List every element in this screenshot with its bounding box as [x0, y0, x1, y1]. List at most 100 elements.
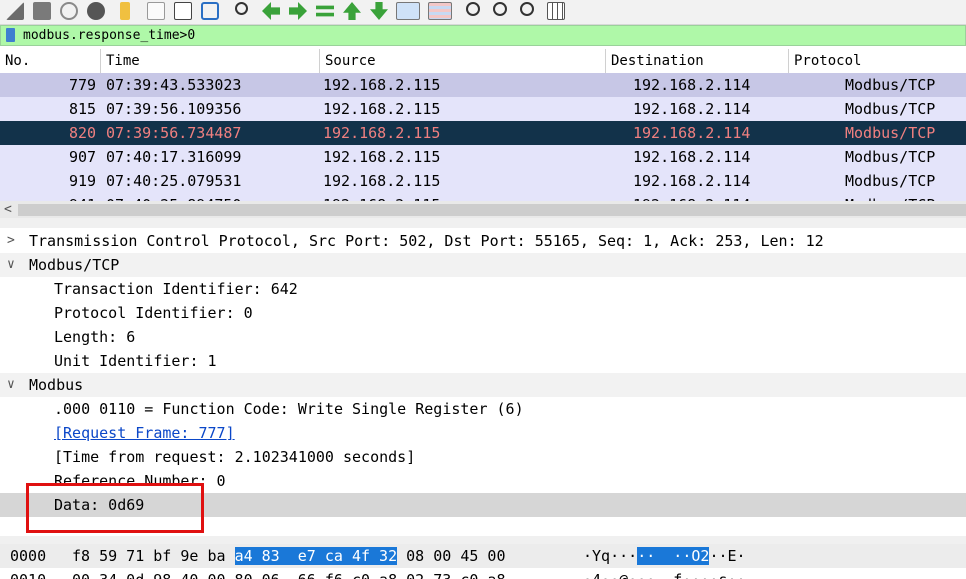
packet-list-hscrollbar[interactable]: <: [0, 201, 966, 218]
back-icon[interactable]: [262, 2, 280, 20]
display-filter-bar[interactable]: modbus.response_time>0: [0, 25, 966, 46]
scrollbar-thumb[interactable]: [18, 204, 966, 216]
hex-bytes: f8 59 71 bf 9e ba: [72, 547, 235, 565]
display-filter-input[interactable]: modbus.response_time>0: [23, 27, 195, 44]
open-icon[interactable]: [120, 2, 130, 20]
packet-time: 07:40:17.316099: [106, 148, 242, 166]
chevron-down-icon[interactable]: ∨: [7, 253, 15, 277]
ascii-bytes: ·Yq···: [583, 547, 638, 565]
normal-size-icon[interactable]: [520, 2, 534, 16]
byte-offset: 0010: [10, 568, 46, 579]
resize-columns-icon[interactable]: [547, 2, 565, 20]
packet-row[interactable]: 941 07:40:25.894750 192.168.2.115 192.16…: [0, 193, 966, 201]
zoom-in-icon[interactable]: [466, 2, 480, 16]
goto-packet-icon[interactable]: [316, 5, 334, 17]
column-header-time[interactable]: Time: [101, 49, 320, 73]
request-frame-link[interactable]: [Request Frame: 777]: [54, 421, 235, 445]
hex-bytes-highlight: a4 83 e7 ca 4f 32: [234, 547, 398, 565]
ascii-bytes: ·4··@··· f····s··: [583, 568, 746, 579]
main-toolbar: [0, 0, 966, 25]
column-header-no[interactable]: No.: [0, 49, 101, 73]
packet-destination: 192.168.2.114: [633, 172, 751, 190]
packet-row-selected[interactable]: 820 07:39:56.734487 192.168.2.115 192.16…: [0, 121, 966, 145]
tree-item-label: Modbus/TCP: [29, 256, 120, 274]
last-packet-icon[interactable]: [370, 2, 388, 20]
packet-row[interactable]: 919 07:40:25.079531 192.168.2.115 192.16…: [0, 169, 966, 193]
close-file-icon[interactable]: [174, 2, 192, 20]
bytes-row[interactable]: 0000 f8 59 71 bf 9e ba a4 83 e7 ca 4f 32…: [0, 544, 966, 568]
tree-item-label: Transmission Control Protocol, Src Port:…: [29, 232, 824, 250]
pane-splitter[interactable]: [0, 536, 966, 544]
packet-no: 815: [69, 100, 97, 118]
packet-row[interactable]: 907 07:40:17.316099 192.168.2.115 192.16…: [0, 145, 966, 169]
column-header-destination[interactable]: Destination: [606, 49, 789, 73]
tree-item-function-code[interactable]: .000 0110 = Function Code: Write Single …: [0, 397, 966, 421]
packet-source: 192.168.2.115: [323, 124, 441, 142]
chevron-right-icon[interactable]: >: [7, 229, 15, 253]
packet-protocol: Modbus/TCP: [845, 100, 936, 118]
bytes-row[interactable]: 0010 00 34 0d 98 40 00 80 06 66 f6 c0 a8…: [0, 568, 966, 579]
tree-item-modbus-tcp[interactable]: ∨ Modbus/TCP: [0, 253, 966, 277]
forward-icon[interactable]: [289, 2, 307, 20]
tree-item-label: Transaction Identifier: 642: [54, 280, 298, 298]
packet-source: 192.168.2.115: [323, 172, 441, 190]
packet-no: 820: [69, 124, 97, 142]
packet-list-header: No. Time Source Destination Protocol: [0, 49, 966, 74]
colorize-icon[interactable]: [428, 2, 452, 20]
packet-destination: 192.168.2.114: [633, 100, 751, 118]
find-icon[interactable]: [235, 2, 248, 15]
tree-item-protocol-id[interactable]: Protocol Identifier: 0: [0, 301, 966, 325]
scroll-left-icon[interactable]: <: [4, 201, 12, 218]
packet-source: 192.168.2.115: [323, 148, 441, 166]
packet-no: 907: [69, 148, 97, 166]
packet-time: 07:39:56.109356: [106, 100, 242, 118]
pane-splitter[interactable]: [0, 218, 966, 228]
packet-no: 779: [69, 76, 97, 94]
tree-item-tcp[interactable]: > Transmission Control Protocol, Src Por…: [0, 229, 966, 253]
options-icon[interactable]: [87, 2, 105, 20]
ascii-bytes: ··E·: [709, 547, 746, 565]
packet-row[interactable]: 815 07:39:56.109356 192.168.2.115 192.16…: [0, 97, 966, 121]
tree-item-label: .000 0110 = Function Code: Write Single …: [54, 400, 524, 418]
packet-time: 07:39:43.533023: [106, 76, 242, 94]
stop-icon[interactable]: [33, 2, 51, 20]
packet-destination: 192.168.2.114: [633, 193, 750, 201]
tree-item-length[interactable]: Length: 6: [0, 325, 966, 349]
chevron-down-icon[interactable]: ∨: [7, 373, 15, 397]
packet-list[interactable]: No. Time Source Destination Protocol 779…: [0, 49, 966, 201]
packet-protocol: Modbus/TCP: [845, 148, 936, 166]
zoom-out-icon[interactable]: [493, 2, 507, 16]
packet-row[interactable]: 779 07:39:43.533023 192.168.2.115 192.16…: [0, 73, 966, 97]
packet-bytes[interactable]: 0000 f8 59 71 bf 9e ba a4 83 e7 ca 4f 32…: [0, 544, 966, 579]
tree-item-label: [Time from request: 2.102341000 seconds]: [54, 448, 416, 466]
tree-item-modbus[interactable]: ∨ Modbus: [0, 373, 966, 397]
packet-time: 07:40:25.894750: [106, 193, 241, 201]
packet-destination: 192.168.2.114: [633, 76, 751, 94]
shark-fin-icon[interactable]: [6, 2, 24, 20]
bookmark-icon[interactable]: [6, 28, 15, 42]
hex-bytes: 00 34 0d 98 40 00 80 06 66 f6 c0 a8 02 7…: [72, 568, 505, 579]
packet-protocol: Modbus/TCP: [845, 172, 936, 190]
tree-item-label: Length: 6: [54, 328, 136, 346]
column-header-source[interactable]: Source: [320, 49, 606, 73]
first-packet-icon[interactable]: [343, 2, 361, 20]
packet-destination: 192.168.2.114: [633, 124, 751, 142]
packet-protocol: Modbus/TCP: [845, 76, 936, 94]
save-icon[interactable]: [147, 2, 165, 20]
byte-offset: 0000: [10, 547, 47, 565]
tree-item-label: Modbus: [29, 376, 84, 394]
packet-no: 941: [69, 193, 96, 201]
hex-bytes: 08 00 45 00: [397, 547, 506, 565]
annotation-highlight-box: [26, 483, 204, 533]
restart-icon[interactable]: [60, 2, 78, 20]
tree-item-request-frame[interactable]: [Request Frame: 777]: [0, 421, 966, 445]
column-header-protocol[interactable]: Protocol: [789, 49, 966, 73]
packet-source: 192.168.2.115: [323, 76, 441, 94]
reload-icon[interactable]: [201, 2, 219, 20]
tree-item-transaction-id[interactable]: Transaction Identifier: 642: [0, 277, 966, 301]
packet-time: 07:40:25.079531: [106, 172, 242, 190]
tree-item-unit-id[interactable]: Unit Identifier: 1: [0, 349, 966, 373]
packet-time: 07:39:56.734487: [106, 124, 242, 142]
autoscroll-icon[interactable]: [396, 2, 420, 20]
tree-item-time-from-request[interactable]: [Time from request: 2.102341000 seconds]: [0, 445, 966, 469]
